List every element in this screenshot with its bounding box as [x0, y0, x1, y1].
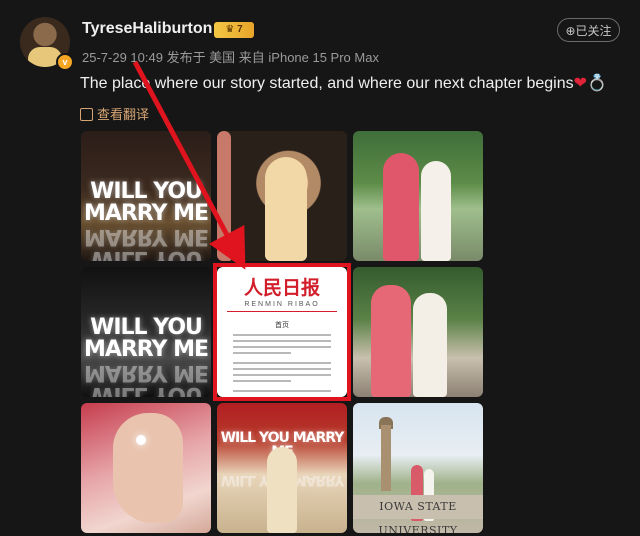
ring-emoji: 💍	[587, 75, 607, 92]
image-couple-embrace[interactable]	[217, 131, 347, 261]
image-newspaper-notice[interactable]: 人民日报 RENMIN RIBAO 首页	[217, 267, 347, 397]
image-couple-garden[interactable]	[353, 131, 483, 261]
tile-text: WILL YOU MARRY MEWILL YOU MARRY ME	[83, 179, 209, 262]
image-iowa-state[interactable]: IOWA STATE UNIVERSITY	[353, 403, 483, 533]
newspaper-subtitle: RENMIN RIBAO	[244, 301, 320, 308]
image-ring-closeup[interactable]	[81, 403, 211, 533]
vip-level: 7	[237, 24, 243, 35]
translate-icon	[80, 108, 93, 121]
heart-emoji: ❤	[573, 75, 588, 92]
vip-crown-icon: ♛ 7	[214, 22, 254, 38]
translate-link[interactable]: 查看翻译	[80, 104, 149, 123]
follow-button[interactable]: ⊕已关注	[557, 18, 620, 42]
post-text: The place where our story started, and w…	[80, 73, 607, 93]
image-marry-me-night[interactable]: WILL YOU MARRY ME WILL YOU MARRY ME	[81, 131, 211, 261]
university-sign: IOWA STATE UNIVERSITY	[353, 495, 483, 533]
username[interactable]: TyreseHaliburton	[82, 20, 212, 38]
post-body: The place where our story started, and w…	[80, 75, 574, 92]
image-marry-me-bw[interactable]: WILL YOU MARRY ME WILL YOU MARRY ME	[81, 267, 211, 397]
post-meta: 25-7-29 10:49 发布于 美国 来自 iPhone 15 Pro Ma…	[82, 50, 379, 65]
verified-badge-icon: v	[56, 53, 74, 71]
image-stadium-proposal[interactable]: WILL YOU MARRY MEWILL YOU MARRY ME	[217, 403, 347, 533]
newspaper-title: 人民日报	[243, 277, 320, 299]
weibo-post: v TyreseHaliburton ♛ 7 25-7-29 10:49 发布于…	[0, 0, 640, 536]
newspaper-heading: 首页	[275, 322, 289, 329]
translate-label: 查看翻译	[97, 107, 150, 122]
tile-text: WILL YOU MARRY MEWILL YOU MARRY ME	[83, 315, 209, 398]
image-couple-steps[interactable]	[353, 267, 483, 397]
